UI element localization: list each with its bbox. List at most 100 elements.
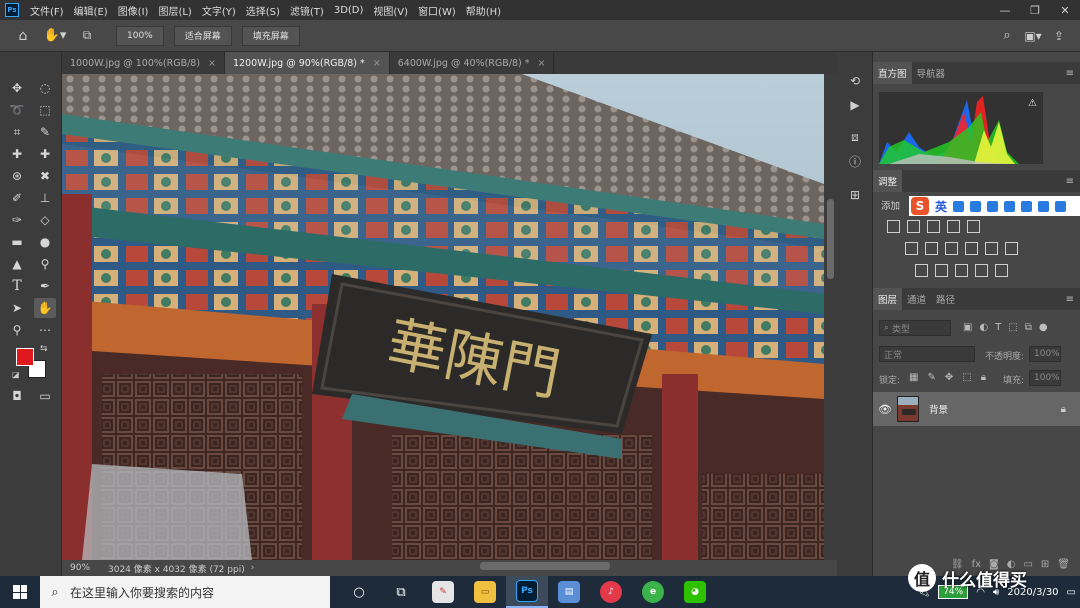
- menu-view[interactable]: 视图(V): [368, 3, 413, 18]
- posterize-icon[interactable]: [935, 264, 948, 277]
- layer-kind-filter[interactable]: ⌕ 类型: [879, 320, 951, 336]
- color-balance-icon[interactable]: [925, 242, 938, 255]
- menu-select[interactable]: 选择(S): [241, 3, 285, 18]
- vibrance-icon[interactable]: [967, 220, 980, 233]
- healing-brush-icon[interactable]: ✚: [6, 144, 28, 164]
- ime-mode-label[interactable]: 英: [935, 198, 947, 215]
- gradient-tool-icon[interactable]: ▬: [6, 232, 28, 252]
- close-tab-icon[interactable]: ×: [538, 58, 546, 69]
- more-tools-icon[interactable]: ⋯: [34, 320, 56, 340]
- lasso-tool-icon[interactable]: ➰: [6, 100, 28, 120]
- scroll-thumb[interactable]: [827, 199, 834, 279]
- actions-play-icon[interactable]: ▶: [846, 96, 864, 114]
- user-icon[interactable]: [1021, 200, 1033, 212]
- patch-tool-icon[interactable]: ✚: [34, 144, 56, 164]
- app-viewer-icon[interactable]: ▤: [548, 576, 590, 608]
- default-colors-icon[interactable]: ◪: [12, 370, 20, 379]
- menu-file[interactable]: 文件(F): [25, 3, 69, 18]
- menu-filter[interactable]: 滤镜(T): [285, 3, 329, 18]
- punctuation-icon[interactable]: [953, 200, 965, 212]
- info-icon[interactable]: ⓘ: [846, 152, 864, 170]
- threshold-icon[interactable]: [955, 264, 968, 277]
- new-layer-icon[interactable]: ⊞: [1041, 559, 1049, 570]
- panel-menu-icon[interactable]: ≡: [1066, 68, 1074, 79]
- close-tab-icon[interactable]: ×: [373, 58, 381, 69]
- blur-tool-icon[interactable]: ●: [34, 232, 56, 252]
- tab-layers[interactable]: 图层: [873, 288, 903, 310]
- photo-filter-icon[interactable]: [965, 242, 978, 255]
- quick-mask-icon[interactable]: ◘: [6, 386, 28, 406]
- eraser-tool-icon[interactable]: ◇: [34, 210, 56, 230]
- menu-image[interactable]: 图像(I): [113, 3, 154, 18]
- shape-filter-icon[interactable]: ⬚: [1008, 322, 1017, 333]
- tab-1200w[interactable]: 1200W.jpg @ 90%(RGB/8) * ×: [225, 52, 390, 74]
- visibility-eye-icon[interactable]: 👁︎: [873, 403, 897, 416]
- cache-warning-icon[interactable]: ⚠: [1028, 98, 1037, 109]
- close-tab-icon[interactable]: ×: [208, 58, 216, 69]
- type-tool-icon[interactable]: T: [6, 276, 28, 296]
- keyboard-icon[interactable]: [1004, 200, 1016, 212]
- layer-row-background[interactable]: 👁︎ 背景 🔒︎: [873, 392, 1080, 426]
- selective-color-icon[interactable]: [995, 264, 1008, 277]
- brightness-icon[interactable]: [887, 220, 900, 233]
- app-photoshop-icon[interactable]: Ps: [506, 576, 548, 608]
- taskbar-search[interactable]: ⌕ 在这里输入你要搜索的内容: [40, 576, 330, 608]
- adjustment-filter-icon[interactable]: ◐: [979, 322, 988, 333]
- zoom-100-button[interactable]: 100%: [116, 25, 164, 46]
- hand-tool-icon[interactable]: ✋▾: [38, 28, 72, 43]
- channel-mixer-icon[interactable]: [985, 242, 998, 255]
- dodge-tool-icon[interactable]: ⚲: [34, 254, 56, 274]
- menu-3d[interactable]: 3D(D): [329, 5, 369, 16]
- app-360-icon[interactable]: e: [632, 576, 674, 608]
- workspace-icon[interactable]: ▣▾: [1020, 29, 1046, 43]
- menu-type[interactable]: 文字(Y): [197, 3, 241, 18]
- tab-adjustments[interactable]: 调整: [873, 170, 903, 192]
- foreground-color-swatch[interactable]: [16, 348, 34, 366]
- horizontal-scroll-thumb[interactable]: [480, 562, 610, 570]
- notification-icon[interactable]: ▭: [1067, 587, 1076, 598]
- toolbox-icon[interactable]: [1055, 200, 1067, 212]
- screen-mode-icon[interactable]: ▭: [34, 386, 56, 406]
- move-tool-icon[interactable]: ✥: [6, 78, 28, 98]
- history-icon[interactable]: ⟲: [846, 72, 864, 90]
- tab-paths[interactable]: 路径: [931, 288, 960, 310]
- lock-artboard-icon[interactable]: ⬚: [962, 372, 971, 383]
- tab-channels[interactable]: 通道: [902, 288, 931, 310]
- app-wechat-icon[interactable]: ◕: [674, 576, 716, 608]
- properties-icon[interactable]: ⊞: [846, 186, 864, 204]
- skin-icon[interactable]: [1038, 200, 1050, 212]
- fill-field[interactable]: 100%: [1029, 370, 1061, 386]
- stamp-tool-icon[interactable]: ⊥: [34, 188, 56, 208]
- exposure-icon[interactable]: [947, 220, 960, 233]
- start-button[interactable]: [0, 585, 40, 599]
- object-select-tool-icon[interactable]: ⬚: [34, 100, 56, 120]
- menu-layer[interactable]: 图层(L): [153, 3, 196, 18]
- menu-window[interactable]: 窗口(W): [413, 3, 461, 18]
- document-canvas[interactable]: 華陳門: [62, 74, 824, 560]
- emoji-icon[interactable]: [970, 200, 982, 212]
- eyedropper-tool-icon[interactable]: ✎: [34, 122, 56, 142]
- clone-stamp-icon[interactable]: ⊛: [6, 166, 28, 186]
- sharpen-tool-icon[interactable]: ▲: [6, 254, 28, 274]
- 3d-icon[interactable]: ⧈: [846, 128, 864, 146]
- menu-edit[interactable]: 编辑(E): [69, 3, 113, 18]
- smart-object-filter-icon[interactable]: ⧉: [1025, 322, 1032, 333]
- share-icon[interactable]: ⇪: [1046, 29, 1072, 43]
- app-paint-icon[interactable]: ✎: [422, 576, 464, 608]
- invert-icon[interactable]: [915, 264, 928, 277]
- panel-menu-icon[interactable]: ≡: [1066, 176, 1074, 187]
- crop-tool-icon[interactable]: ⌗: [6, 122, 28, 142]
- tab-6400w[interactable]: 6400W.jpg @ 40%(RGB/8) * ×: [390, 52, 555, 74]
- hue-saturation-icon[interactable]: [905, 242, 918, 255]
- app-netease-icon[interactable]: ♪: [590, 576, 632, 608]
- task-view-icon[interactable]: ⧉: [380, 576, 422, 608]
- zoom-tool-icon[interactable]: ⚲: [6, 320, 28, 340]
- brush-tool-icon[interactable]: ✐: [6, 188, 28, 208]
- delete-layer-icon[interactable]: 🗑︎: [1057, 559, 1070, 570]
- color-lookup-icon[interactable]: [1005, 242, 1018, 255]
- pen-tool-icon[interactable]: ✒: [34, 276, 56, 296]
- close-icon[interactable]: ✕: [1050, 4, 1080, 17]
- menu-help[interactable]: 帮助(H): [461, 3, 506, 18]
- tab-histogram[interactable]: 直方图: [873, 62, 912, 84]
- scroll-all-windows-icon[interactable]: ⧉: [72, 28, 102, 43]
